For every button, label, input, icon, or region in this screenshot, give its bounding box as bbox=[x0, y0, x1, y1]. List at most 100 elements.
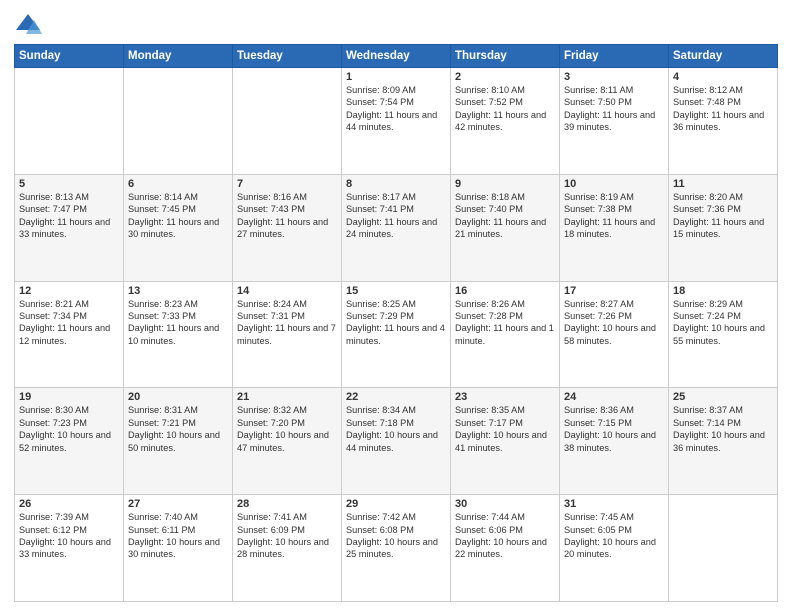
logo-icon bbox=[14, 10, 42, 38]
day-info: Sunrise: 8:31 AMSunset: 7:21 PMDaylight:… bbox=[128, 404, 228, 454]
day-cell-6: 6Sunrise: 8:14 AMSunset: 7:45 PMDaylight… bbox=[124, 174, 233, 281]
day-number: 2 bbox=[455, 71, 555, 83]
day-info: Sunrise: 8:35 AMSunset: 7:17 PMDaylight:… bbox=[455, 404, 555, 454]
empty-cell bbox=[669, 495, 778, 602]
day-number: 17 bbox=[564, 285, 664, 297]
day-number: 15 bbox=[346, 285, 446, 297]
day-info: Sunrise: 8:21 AMSunset: 7:34 PMDaylight:… bbox=[19, 298, 119, 348]
day-number: 20 bbox=[128, 391, 228, 403]
day-number: 30 bbox=[455, 498, 555, 510]
day-info: Sunrise: 8:10 AMSunset: 7:52 PMDaylight:… bbox=[455, 84, 555, 134]
week-row-2: 5Sunrise: 8:13 AMSunset: 7:47 PMDaylight… bbox=[15, 174, 778, 281]
day-number: 28 bbox=[237, 498, 337, 510]
day-number: 21 bbox=[237, 391, 337, 403]
day-number: 29 bbox=[346, 498, 446, 510]
day-info: Sunrise: 8:14 AMSunset: 7:45 PMDaylight:… bbox=[128, 191, 228, 241]
day-cell-13: 13Sunrise: 8:23 AMSunset: 7:33 PMDayligh… bbox=[124, 281, 233, 388]
week-row-1: 1Sunrise: 8:09 AMSunset: 7:54 PMDaylight… bbox=[15, 68, 778, 175]
day-info: Sunrise: 8:29 AMSunset: 7:24 PMDaylight:… bbox=[673, 298, 773, 348]
day-cell-27: 27Sunrise: 7:40 AMSunset: 6:11 PMDayligh… bbox=[124, 495, 233, 602]
weekday-header-wednesday: Wednesday bbox=[342, 45, 451, 68]
day-info: Sunrise: 7:40 AMSunset: 6:11 PMDaylight:… bbox=[128, 511, 228, 561]
page: SundayMondayTuesdayWednesdayThursdayFrid… bbox=[0, 0, 792, 612]
day-number: 18 bbox=[673, 285, 773, 297]
day-number: 27 bbox=[128, 498, 228, 510]
day-info: Sunrise: 8:18 AMSunset: 7:40 PMDaylight:… bbox=[455, 191, 555, 241]
day-cell-26: 26Sunrise: 7:39 AMSunset: 6:12 PMDayligh… bbox=[15, 495, 124, 602]
day-cell-9: 9Sunrise: 8:18 AMSunset: 7:40 PMDaylight… bbox=[451, 174, 560, 281]
day-cell-10: 10Sunrise: 8:19 AMSunset: 7:38 PMDayligh… bbox=[560, 174, 669, 281]
week-row-5: 26Sunrise: 7:39 AMSunset: 6:12 PMDayligh… bbox=[15, 495, 778, 602]
day-info: Sunrise: 8:23 AMSunset: 7:33 PMDaylight:… bbox=[128, 298, 228, 348]
day-cell-23: 23Sunrise: 8:35 AMSunset: 7:17 PMDayligh… bbox=[451, 388, 560, 495]
day-cell-11: 11Sunrise: 8:20 AMSunset: 7:36 PMDayligh… bbox=[669, 174, 778, 281]
day-number: 6 bbox=[128, 178, 228, 190]
day-number: 1 bbox=[346, 71, 446, 83]
day-info: Sunrise: 8:32 AMSunset: 7:20 PMDaylight:… bbox=[237, 404, 337, 454]
day-number: 24 bbox=[564, 391, 664, 403]
day-number: 22 bbox=[346, 391, 446, 403]
day-cell-15: 15Sunrise: 8:25 AMSunset: 7:29 PMDayligh… bbox=[342, 281, 451, 388]
day-number: 4 bbox=[673, 71, 773, 83]
empty-cell bbox=[15, 68, 124, 175]
day-cell-21: 21Sunrise: 8:32 AMSunset: 7:20 PMDayligh… bbox=[233, 388, 342, 495]
day-number: 10 bbox=[564, 178, 664, 190]
day-info: Sunrise: 8:12 AMSunset: 7:48 PMDaylight:… bbox=[673, 84, 773, 134]
day-cell-19: 19Sunrise: 8:30 AMSunset: 7:23 PMDayligh… bbox=[15, 388, 124, 495]
empty-cell bbox=[233, 68, 342, 175]
day-info: Sunrise: 8:19 AMSunset: 7:38 PMDaylight:… bbox=[564, 191, 664, 241]
calendar-table: SundayMondayTuesdayWednesdayThursdayFrid… bbox=[14, 44, 778, 602]
day-cell-20: 20Sunrise: 8:31 AMSunset: 7:21 PMDayligh… bbox=[124, 388, 233, 495]
day-cell-30: 30Sunrise: 7:44 AMSunset: 6:06 PMDayligh… bbox=[451, 495, 560, 602]
header bbox=[14, 10, 778, 38]
day-info: Sunrise: 8:27 AMSunset: 7:26 PMDaylight:… bbox=[564, 298, 664, 348]
day-cell-7: 7Sunrise: 8:16 AMSunset: 7:43 PMDaylight… bbox=[233, 174, 342, 281]
week-row-3: 12Sunrise: 8:21 AMSunset: 7:34 PMDayligh… bbox=[15, 281, 778, 388]
day-number: 23 bbox=[455, 391, 555, 403]
weekday-header-saturday: Saturday bbox=[669, 45, 778, 68]
day-number: 12 bbox=[19, 285, 119, 297]
day-number: 31 bbox=[564, 498, 664, 510]
weekday-header-thursday: Thursday bbox=[451, 45, 560, 68]
day-info: Sunrise: 8:36 AMSunset: 7:15 PMDaylight:… bbox=[564, 404, 664, 454]
day-info: Sunrise: 8:16 AMSunset: 7:43 PMDaylight:… bbox=[237, 191, 337, 241]
day-cell-29: 29Sunrise: 7:42 AMSunset: 6:08 PMDayligh… bbox=[342, 495, 451, 602]
day-info: Sunrise: 8:24 AMSunset: 7:31 PMDaylight:… bbox=[237, 298, 337, 348]
day-info: Sunrise: 8:17 AMSunset: 7:41 PMDaylight:… bbox=[346, 191, 446, 241]
day-number: 14 bbox=[237, 285, 337, 297]
empty-cell bbox=[124, 68, 233, 175]
day-cell-5: 5Sunrise: 8:13 AMSunset: 7:47 PMDaylight… bbox=[15, 174, 124, 281]
day-info: Sunrise: 8:13 AMSunset: 7:47 PMDaylight:… bbox=[19, 191, 119, 241]
day-number: 25 bbox=[673, 391, 773, 403]
week-row-4: 19Sunrise: 8:30 AMSunset: 7:23 PMDayligh… bbox=[15, 388, 778, 495]
weekday-header-monday: Monday bbox=[124, 45, 233, 68]
day-number: 11 bbox=[673, 178, 773, 190]
day-info: Sunrise: 8:25 AMSunset: 7:29 PMDaylight:… bbox=[346, 298, 446, 348]
day-number: 5 bbox=[19, 178, 119, 190]
day-number: 9 bbox=[455, 178, 555, 190]
day-number: 13 bbox=[128, 285, 228, 297]
weekday-header-row: SundayMondayTuesdayWednesdayThursdayFrid… bbox=[15, 45, 778, 68]
day-number: 19 bbox=[19, 391, 119, 403]
day-info: Sunrise: 7:41 AMSunset: 6:09 PMDaylight:… bbox=[237, 511, 337, 561]
day-number: 26 bbox=[19, 498, 119, 510]
day-info: Sunrise: 7:45 AMSunset: 6:05 PMDaylight:… bbox=[564, 511, 664, 561]
day-info: Sunrise: 8:26 AMSunset: 7:28 PMDaylight:… bbox=[455, 298, 555, 348]
day-cell-1: 1Sunrise: 8:09 AMSunset: 7:54 PMDaylight… bbox=[342, 68, 451, 175]
day-number: 8 bbox=[346, 178, 446, 190]
day-info: Sunrise: 8:30 AMSunset: 7:23 PMDaylight:… bbox=[19, 404, 119, 454]
day-cell-22: 22Sunrise: 8:34 AMSunset: 7:18 PMDayligh… bbox=[342, 388, 451, 495]
day-info: Sunrise: 7:44 AMSunset: 6:06 PMDaylight:… bbox=[455, 511, 555, 561]
day-cell-14: 14Sunrise: 8:24 AMSunset: 7:31 PMDayligh… bbox=[233, 281, 342, 388]
day-cell-16: 16Sunrise: 8:26 AMSunset: 7:28 PMDayligh… bbox=[451, 281, 560, 388]
weekday-header-friday: Friday bbox=[560, 45, 669, 68]
day-info: Sunrise: 7:42 AMSunset: 6:08 PMDaylight:… bbox=[346, 511, 446, 561]
day-info: Sunrise: 8:11 AMSunset: 7:50 PMDaylight:… bbox=[564, 84, 664, 134]
day-info: Sunrise: 8:34 AMSunset: 7:18 PMDaylight:… bbox=[346, 404, 446, 454]
day-cell-3: 3Sunrise: 8:11 AMSunset: 7:50 PMDaylight… bbox=[560, 68, 669, 175]
day-cell-31: 31Sunrise: 7:45 AMSunset: 6:05 PMDayligh… bbox=[560, 495, 669, 602]
weekday-header-sunday: Sunday bbox=[15, 45, 124, 68]
day-info: Sunrise: 8:20 AMSunset: 7:36 PMDaylight:… bbox=[673, 191, 773, 241]
logo bbox=[14, 10, 46, 38]
day-info: Sunrise: 8:37 AMSunset: 7:14 PMDaylight:… bbox=[673, 404, 773, 454]
